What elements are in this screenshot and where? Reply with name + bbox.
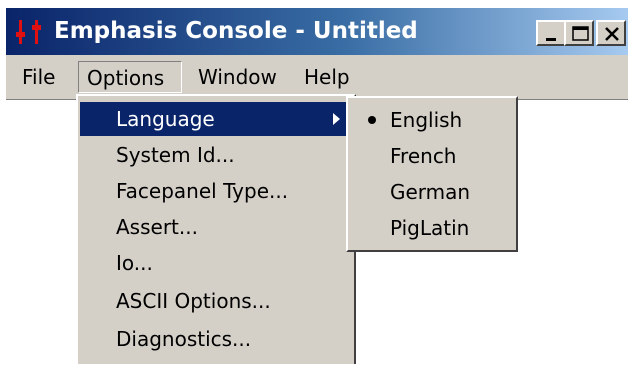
title-bar[interactable]: Emphasis Console - Untitled [6,8,628,55]
maximize-icon [572,26,589,41]
menu-item-language[interactable]: Language [80,102,352,136]
menu-help[interactable]: Help [296,61,358,93]
radio-bullet-icon [368,116,376,124]
options-dropdown: Language System Id... Facepanel Type... … [76,94,356,364]
close-button[interactable] [596,20,626,46]
menu-item-system-id[interactable]: System Id... [80,138,352,172]
submenu-arrow-icon [333,113,340,125]
menu-item-io[interactable]: Io... [80,246,352,280]
language-item-german[interactable]: German [350,174,514,210]
close-icon [605,27,619,41]
maximize-button[interactable] [564,20,594,46]
language-item-french[interactable]: French [350,138,514,174]
minimize-button[interactable] [536,20,566,46]
language-submenu: English French German PigLatin [346,96,518,252]
menu-item-assert[interactable]: Assert... [80,210,352,244]
language-label: English [390,108,463,132]
minimize-icon [546,38,556,41]
language-item-english[interactable]: English [350,102,514,138]
menu-options[interactable]: Options [78,61,182,93]
menu-item-facepanel-type[interactable]: Facepanel Type... [80,174,352,208]
window-title: Emphasis Console - Untitled [54,18,418,44]
menu-window[interactable]: Window [190,61,285,93]
menu-item-label: Language [116,107,215,131]
menu-item-diagnostics[interactable]: Diagnostics... [80,322,352,356]
menu-file[interactable]: File [14,61,63,93]
language-item-piglatin[interactable]: PigLatin [350,210,514,246]
menu-item-ascii-options[interactable]: ASCII Options... [80,284,352,318]
app-sliders-icon[interactable] [14,18,48,46]
